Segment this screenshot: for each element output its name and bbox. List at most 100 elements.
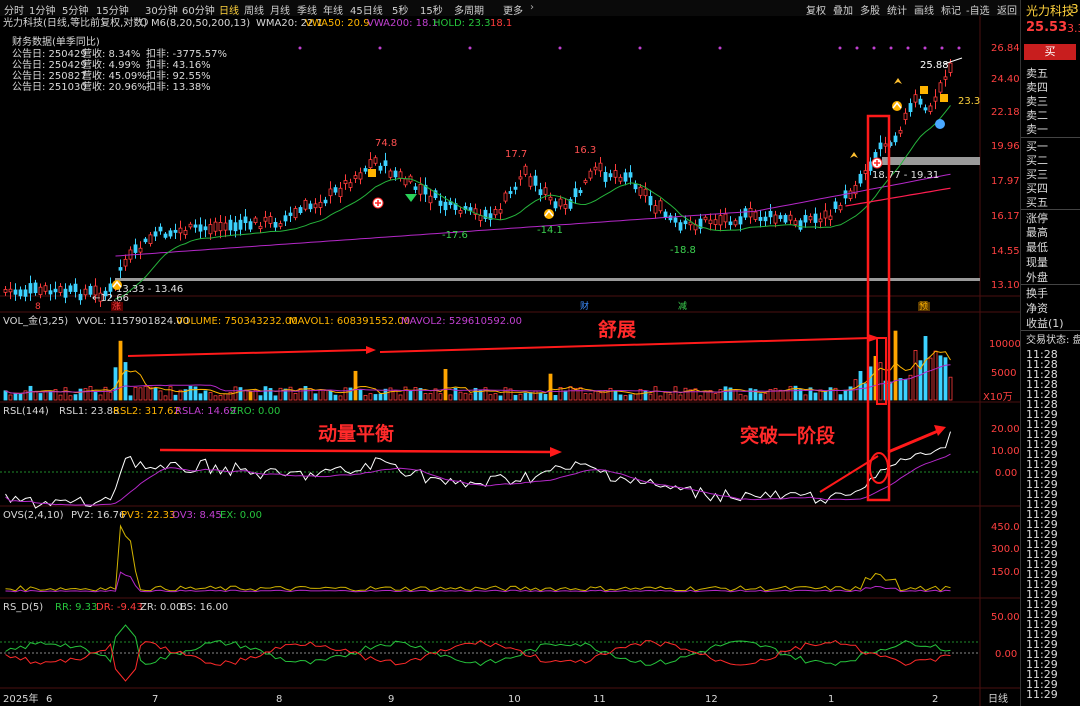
tab-60min[interactable]: 60分钟 [182, 2, 215, 17]
volume-bar [338, 395, 343, 401]
event-marker[interactable]: 8 [35, 302, 41, 312]
adjust-button[interactable]: 复权 [806, 2, 826, 17]
rsd-indicator-name: RS_D(5) [3, 602, 43, 613]
candle-body [933, 96, 938, 102]
event-marker[interactable]: 预 [919, 301, 928, 312]
candle-body [718, 215, 723, 226]
finance-revenue: 营收: 8.34% [82, 47, 140, 60]
finance-title: 财务数据(单季同比) [12, 35, 100, 48]
overlay-button[interactable]: 叠加 [833, 2, 853, 17]
candle-body [928, 105, 933, 112]
volume-bar [928, 357, 933, 401]
candle-body [748, 208, 753, 218]
candle-body [873, 152, 878, 159]
more-chevron-icon[interactable]: › [530, 2, 534, 13]
tab-5min[interactable]: 5分钟 [62, 2, 88, 17]
volume-bar [703, 391, 708, 401]
tick-time: 11:29 [1026, 688, 1058, 701]
tab-5sec[interactable]: 5秒 [392, 2, 408, 17]
tab-quarterly[interactable]: 季线 [297, 2, 317, 17]
event-marker[interactable]: 减 [678, 300, 687, 312]
back-button[interactable]: 返回 [997, 2, 1017, 17]
pv3-value: PV3: 22.33 [121, 510, 175, 521]
volume-bar [238, 387, 243, 401]
candle-body [68, 285, 73, 292]
finance-revenue: 营收: 45.09% [82, 69, 147, 82]
tab-45day[interactable]: 45日线 [350, 2, 383, 17]
tab-15min[interactable]: 15分钟 [96, 2, 129, 17]
tab-weekly[interactable]: 周线 [244, 2, 264, 17]
tab-more[interactable]: 更多 [503, 2, 523, 17]
x-period-label: 日线 [988, 692, 1008, 705]
candle-body [673, 217, 678, 223]
volume-bar [168, 386, 173, 401]
volume-bar [868, 366, 873, 401]
volume-bar [618, 394, 623, 401]
draw-button[interactable]: 画线 [914, 2, 934, 17]
volume-bar [893, 330, 898, 401]
volume-bar [388, 387, 393, 401]
tab-yearly[interactable]: 年线 [323, 2, 343, 17]
chart-area[interactable]: 光力科技(日线,等比前复权,对数) M6(8,20,50,200,13) WMA… [0, 16, 1020, 706]
candle-body [833, 201, 838, 209]
turnover: 换手 [1026, 287, 1048, 300]
volume-bar [798, 389, 803, 401]
buy-button[interactable]: 买 [1024, 44, 1076, 60]
finance-revenue: 营收: 20.96% [82, 80, 147, 93]
zr-value: ZR: 0.00 [140, 602, 182, 613]
volume-bar [223, 393, 228, 401]
volume-bar [118, 340, 123, 401]
volume-bar [58, 394, 63, 401]
candle-body [438, 200, 443, 206]
candle-body [553, 201, 558, 209]
stats-button[interactable]: 统计 [887, 2, 907, 17]
event-marker[interactable]: 涨 [112, 301, 121, 312]
candle-body [3, 289, 8, 293]
vol-tick: 5000 [991, 368, 1016, 379]
candle-body [943, 76, 948, 80]
volume-bar [63, 387, 68, 401]
last-volume: 现量 [1026, 256, 1048, 269]
signal-dot [838, 46, 842, 50]
candle-body [813, 213, 818, 223]
volume-bar [333, 394, 338, 401]
tab-15sec[interactable]: 15秒 [420, 2, 443, 17]
volume-bar [398, 394, 403, 401]
x-month-label: 12 [705, 694, 718, 705]
tab-1min[interactable]: 1分钟 [29, 2, 55, 17]
volume-bar [553, 394, 558, 401]
volume-bar [73, 394, 78, 401]
candle-body [218, 222, 223, 232]
candle-body [798, 220, 803, 230]
volume-bar [393, 389, 398, 401]
volume-bar [428, 392, 433, 401]
tab-daily[interactable]: 日线 [219, 2, 239, 17]
volume-bar [138, 387, 143, 401]
mark-button[interactable]: 标记 [941, 2, 961, 17]
tab-multi-period[interactable]: 多周期 [454, 2, 484, 17]
candle-body [648, 195, 653, 206]
net-asset: 净资 [1026, 302, 1048, 315]
volume-bar [518, 393, 523, 401]
volume-bar [823, 391, 828, 401]
candle-body [378, 165, 383, 171]
support-band-low [115, 278, 980, 281]
watchlist-button[interactable]: -自选 [966, 2, 990, 17]
signal-dot [468, 46, 472, 50]
candle-body [318, 201, 323, 208]
tab-monthly[interactable]: 月线 [270, 2, 290, 17]
volume-bar [663, 391, 668, 401]
tab-30min[interactable]: 30分钟 [145, 2, 178, 17]
candle-body [58, 286, 63, 293]
tab-timeshare[interactable]: 分时 [4, 2, 24, 17]
bs-value: BS: 16.00 [180, 602, 228, 613]
multi-stock-button[interactable]: 多股 [860, 2, 880, 17]
candle-body [738, 216, 743, 225]
event-marker[interactable]: 财 [580, 300, 589, 312]
x-month-label: 11 [593, 694, 606, 705]
bid-5: 买五 [1026, 196, 1048, 209]
candle-body [278, 223, 283, 227]
vwa50-value: VWA50: 20.9 [305, 18, 370, 29]
box-signal-icon [940, 94, 948, 102]
volume-bar [758, 393, 763, 401]
